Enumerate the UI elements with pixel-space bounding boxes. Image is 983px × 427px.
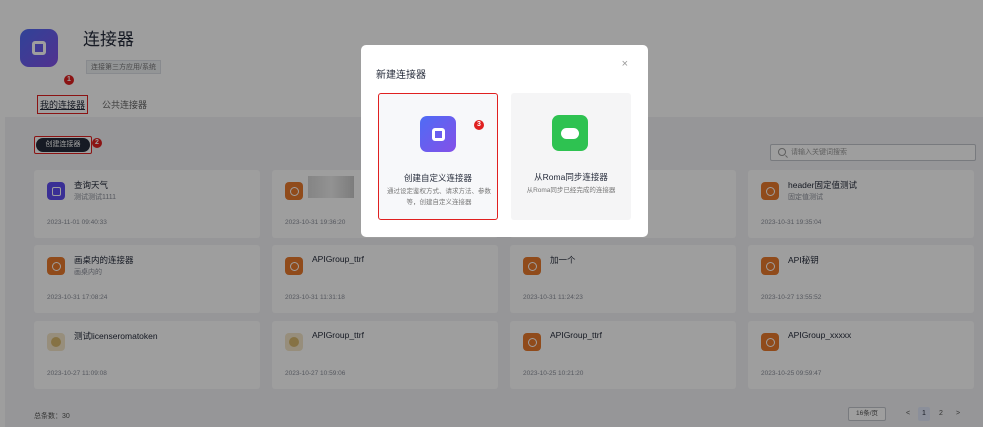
close-icon[interactable]: × (622, 58, 628, 70)
cloud-sync-icon (552, 115, 588, 151)
create-custom-connector-option[interactable]: 3 创建自定义连接器 通过设定鉴权方式、请求方法、参数等，创建自定义连接器 (378, 93, 498, 220)
step-badge-3: 3 (474, 120, 484, 130)
new-connector-dialog: 新建连接器 × 3 创建自定义连接器 通过设定鉴权方式、请求方法、参数等，创建自… (361, 45, 648, 237)
option-description: 通过设定鉴权方式、请求方法、参数等，创建自定义连接器 (387, 188, 491, 206)
sync-roma-connector-option[interactable]: 从Roma同步连接器 从Roma同步已经完成的连接器 (511, 93, 631, 220)
option-name: 从Roma同步连接器 (534, 172, 608, 182)
option-description: 从Roma同步已经完成的连接器 (526, 187, 616, 194)
custom-connector-icon (420, 116, 456, 152)
dialog-title: 新建连接器 (376, 70, 426, 81)
option-name: 创建自定义连接器 (403, 173, 472, 183)
